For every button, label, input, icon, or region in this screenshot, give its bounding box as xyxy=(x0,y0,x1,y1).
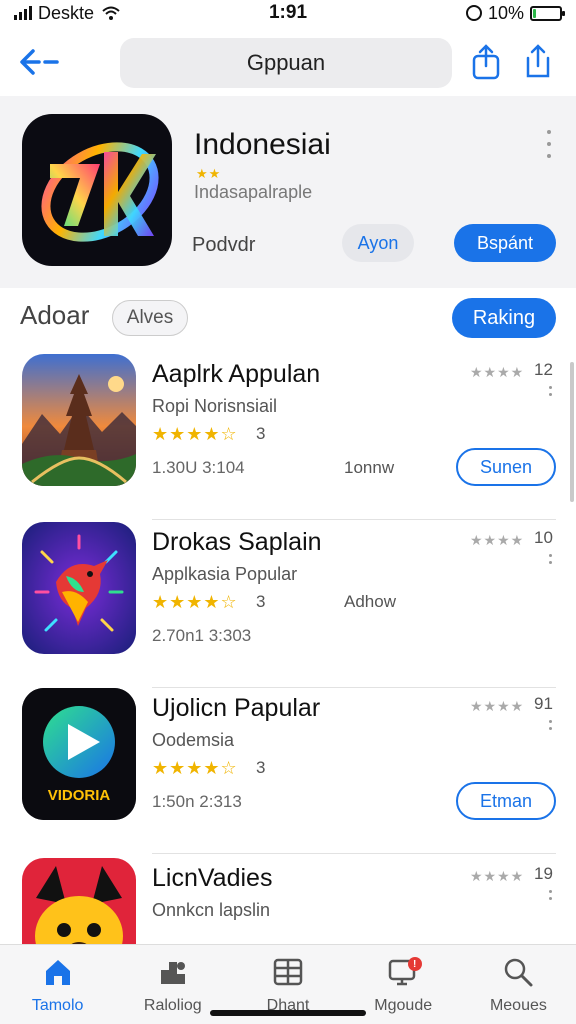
back-arrow-icon xyxy=(20,49,59,75)
secondary-action-button[interactable]: Ayon xyxy=(342,224,414,262)
app-icon xyxy=(22,858,136,944)
list-item[interactable]: LicnVadies Onnkcn lapslin ★★★★ 19 xyxy=(0,858,576,944)
export-button[interactable] xyxy=(518,40,558,84)
ranking-button[interactable]: Raking xyxy=(452,298,556,338)
side-rating-number: 19 xyxy=(534,864,553,883)
status-bar: Deskte 1:91 10% xyxy=(0,0,576,26)
wifi-icon xyxy=(102,6,120,20)
featured-app-stars: ★★ xyxy=(196,166,222,181)
app-subtitle: Ropi Norisnsiail xyxy=(152,396,278,416)
app-rating-stars: ★★★★☆ xyxy=(152,592,238,612)
app-meta: 2.70n1 3:303 xyxy=(152,626,252,645)
tower-landscape-icon xyxy=(22,354,136,486)
cat-mascot-icon xyxy=(22,858,136,944)
featured-app-icon[interactable] xyxy=(22,114,172,266)
app-rating-stars: ★★★★☆ xyxy=(152,758,238,778)
app-name: LicnVadies xyxy=(152,864,273,892)
featured-app-header: Indonesiai ★★ Indasapalraple Podvdr Ayon… xyxy=(0,96,576,288)
more-options-icon[interactable] xyxy=(549,386,553,396)
side-rating-number: 12 xyxy=(534,360,553,379)
app-rating-count: 3 xyxy=(256,758,266,777)
abstract-logo-icon xyxy=(41,142,159,242)
apps-icon xyxy=(271,955,305,989)
more-options-icon[interactable] xyxy=(544,130,554,158)
app-name: Ujolicn Papular xyxy=(152,694,321,722)
search-bar[interactable]: Gppuan xyxy=(120,38,452,88)
app-subtitle: Oodemsia xyxy=(152,730,235,750)
app-subtitle: Onnkcn lapslin xyxy=(152,900,271,920)
section-title: Adoar xyxy=(20,300,90,330)
battery-percent: 10% xyxy=(487,2,524,23)
app-subtitle: Applkasia Popular xyxy=(152,564,298,584)
upload-icon xyxy=(526,44,550,78)
side-rating-number: 10 xyxy=(534,528,553,547)
carrier-label: Deskte xyxy=(38,2,95,23)
app-icon xyxy=(22,354,136,486)
side-rating-stars: ★★★★ xyxy=(470,364,525,380)
play-logo-icon: VIDORIA xyxy=(22,688,136,820)
bird-logo-icon xyxy=(22,522,136,654)
filter-chip[interactable]: Alves xyxy=(112,300,188,336)
app-name: Aaplrk Appulan xyxy=(152,360,321,388)
ranking-icon xyxy=(156,955,190,989)
divider xyxy=(152,853,556,854)
app-icon xyxy=(22,522,136,654)
tab-label: Meoues xyxy=(489,997,547,1014)
scrollbar[interactable] xyxy=(570,362,574,502)
app-meta: 1:50n 2:313 xyxy=(152,792,242,811)
side-rating-number: 91 xyxy=(534,694,553,713)
tab-label: Mgoude xyxy=(374,997,433,1014)
app-rating-count: 3 xyxy=(256,424,266,443)
more-options-icon[interactable] xyxy=(549,720,553,730)
back-button[interactable] xyxy=(14,42,64,82)
app-name: Drokas Saplain xyxy=(152,528,322,556)
tab-search[interactable]: Meoues xyxy=(461,945,576,1024)
signal-icon xyxy=(14,6,32,20)
notification-badge: ! xyxy=(407,957,422,971)
featured-app-subtitle: Indasapalraple xyxy=(194,182,313,202)
tab-label: Raloliog xyxy=(143,997,202,1014)
app-extra-info: 1onnw xyxy=(344,458,395,477)
app-meta: 1.30U 3:104 xyxy=(152,458,245,477)
app-action-button[interactable]: Etman xyxy=(456,782,556,820)
tab-label: Tamolo xyxy=(31,997,84,1014)
share-button[interactable] xyxy=(466,40,506,84)
side-rating-stars: ★★★★ xyxy=(470,532,525,548)
app-rating-stars: ★★★★☆ xyxy=(152,424,238,444)
app-action-button[interactable]: Sunen xyxy=(456,448,556,486)
divider xyxy=(152,519,556,520)
home-icon xyxy=(41,955,75,989)
more-options-icon[interactable] xyxy=(549,554,553,564)
tab-today[interactable]: Tamolo xyxy=(0,945,115,1024)
featured-app-title: Indonesiai xyxy=(194,128,331,161)
top-nav-bar: Gppuan xyxy=(0,30,576,94)
app-icon-wordmark: VIDORIA xyxy=(48,787,111,804)
app-icon: VIDORIA xyxy=(22,688,136,820)
orientation-lock-icon xyxy=(465,5,482,21)
list-item[interactable]: Aaplrk Appulan Ropi Norisnsiail ★★★★☆ 3 … xyxy=(0,354,576,520)
side-rating-stars: ★★★★ xyxy=(470,698,525,714)
app-rating-count: 3 xyxy=(256,592,266,611)
list-item[interactable]: VIDORIA Ujolicn Papular Oodemsia ★★★★☆ 3… xyxy=(0,688,576,854)
share-icon xyxy=(472,44,500,80)
search-icon xyxy=(501,955,535,989)
battery-icon xyxy=(530,5,565,21)
featured-app-label: Podvdr xyxy=(192,234,256,256)
get-button[interactable]: Bspánt xyxy=(454,224,556,262)
list-item[interactable]: Drokas Saplain Applkasia Popular ★★★★☆ 3… xyxy=(0,522,576,688)
app-extra-info: Adhow xyxy=(344,592,396,611)
more-options-icon[interactable] xyxy=(549,890,553,900)
side-rating-stars: ★★★★ xyxy=(470,868,525,884)
home-indicator xyxy=(210,1010,366,1016)
